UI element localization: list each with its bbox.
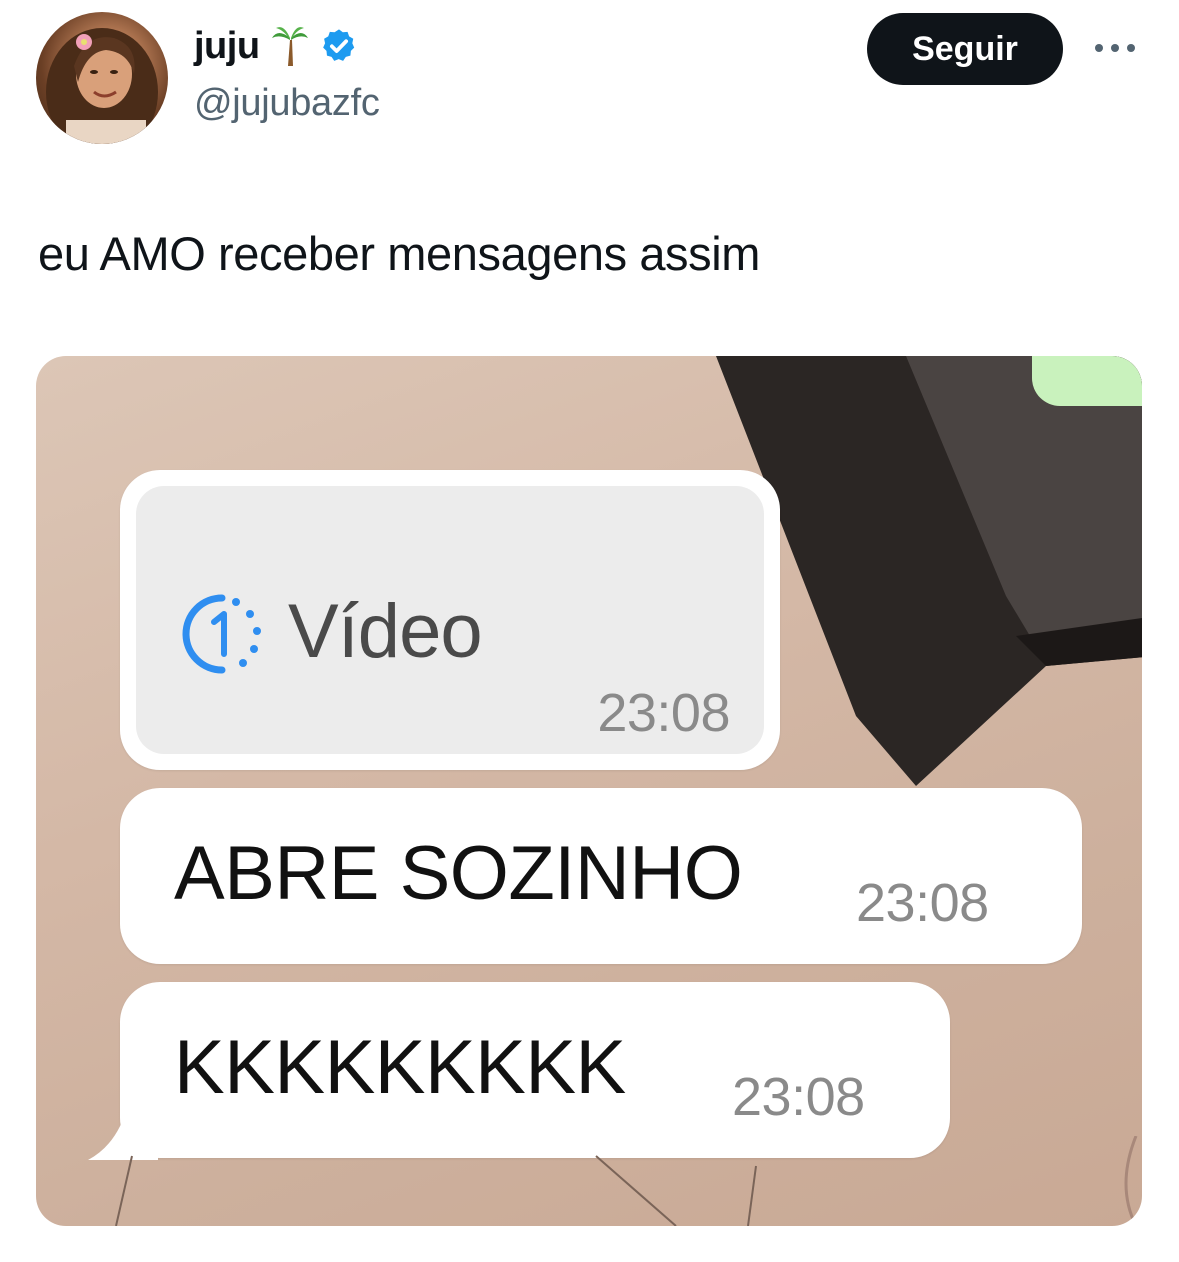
palm-tree-icon: [270, 24, 310, 68]
message-time: 23:08: [732, 1067, 865, 1127]
text-message-bubble[interactable]: ABRE SOZINHO 23:08: [120, 788, 1082, 964]
video-label: Vídeo: [288, 589, 483, 674]
user-name-row: juju: [194, 24, 358, 68]
text-message-bubble[interactable]: KKKKKKKKK 23:08: [120, 982, 950, 1158]
user-handle[interactable]: @jujubazfc: [194, 82, 380, 125]
display-name[interactable]: juju: [194, 25, 260, 68]
tweet-text: eu AMO receber mensagens assim: [38, 227, 761, 280]
avatar[interactable]: [36, 12, 168, 144]
tweet-media-image[interactable]: Vídeo 23:08 ABRE SOZINHO 23:08 KKKKKKKKK…: [36, 356, 1142, 1226]
verified-badge-icon: [320, 27, 358, 65]
background-scribble: [115, 1136, 1138, 1226]
sent-bubble-edge: [1032, 356, 1142, 406]
tweet-card: juju @jujubazfc Seguir eu AMO receber me…: [0, 0, 1179, 1262]
message-text: KKKKKKKKK: [174, 1025, 626, 1110]
follow-button[interactable]: Seguir: [867, 13, 1063, 85]
message-text: ABRE SOZINHO: [174, 831, 743, 916]
video-message-bubble[interactable]: Vídeo 23:08: [120, 470, 780, 770]
message-time: 23:08: [597, 683, 730, 743]
more-options-icon[interactable]: [1090, 36, 1140, 60]
message-time: 23:08: [856, 873, 989, 933]
view-once-icon: [174, 586, 270, 682]
